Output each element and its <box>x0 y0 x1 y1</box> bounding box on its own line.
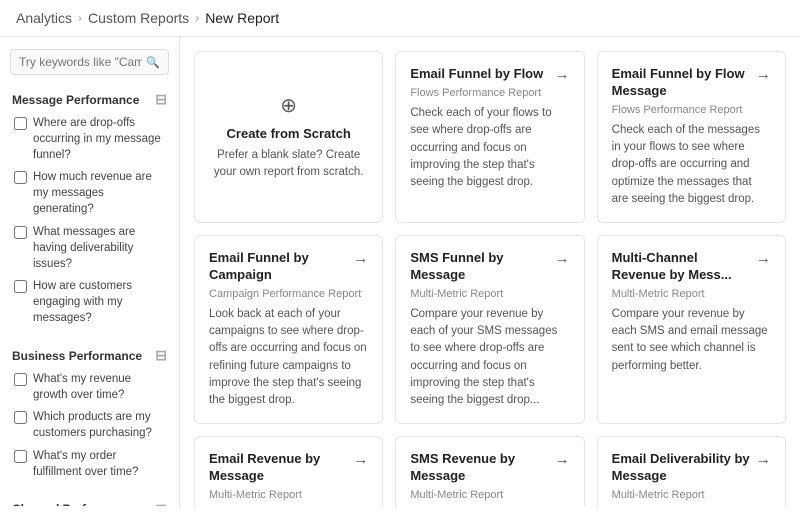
card-title-6: SMS Revenue by Message <box>410 451 554 485</box>
sidebar-item-0-3[interactable]: How are customers engaging with my messa… <box>0 275 179 329</box>
card-subtitle-4: Multi-Metric Report <box>612 288 771 300</box>
sidebar-item-1-1[interactable]: Which products are my customers purchasi… <box>0 406 179 444</box>
sidebar-item-label-0-1: How much revenue are my messages generat… <box>33 169 167 217</box>
sidebar-item-label-1-2: What's my order fulfillment over time? <box>33 448 167 480</box>
card-header-2: Email Funnel by Campaign → <box>209 250 368 284</box>
card-subtitle-6: Multi-Metric Report <box>410 489 569 501</box>
report-card-6[interactable]: SMS Revenue by Message → Multi-Metric Re… <box>395 436 584 506</box>
main-layout: 🔍 Message Performance ⊟ Where are drop-off… <box>0 37 800 506</box>
report-card-5[interactable]: Email Revenue by Message → Multi-Metric … <box>194 436 383 506</box>
remaining-cards-grid: Email Funnel by Campaign → Campaign Perf… <box>194 235 786 506</box>
breadcrumb-custom-reports[interactable]: Custom Reports <box>88 10 189 26</box>
sidebar-item-label-1-1: Which products are my customers purchasi… <box>33 409 167 441</box>
card-title-4: Multi-Channel Revenue by Mess... <box>612 250 756 284</box>
sidebar-checkbox-1-0[interactable] <box>14 373 27 386</box>
card-subtitle-0: Flows Performance Report <box>410 87 569 99</box>
card-arrow-3: → <box>555 250 570 267</box>
card-title-7: Email Deliverability by Message <box>612 451 756 485</box>
card-arrow-5: → <box>353 451 368 468</box>
card-subtitle-2: Campaign Performance Report <box>209 288 368 300</box>
card-header-4: Multi-Channel Revenue by Mess... → <box>612 250 771 284</box>
card-arrow-0: → <box>555 66 570 83</box>
sidebar-checkbox-0-3[interactable] <box>14 280 27 293</box>
card-arrow-4: → <box>756 250 771 267</box>
sidebar-item-1-2[interactable]: What's my order fulfillment over time? <box>0 445 179 483</box>
sidebar-section-header-2: Channel Performance ⊟ <box>0 495 179 506</box>
sidebar-section-title-1: Business Performance <box>12 349 142 363</box>
collapse-icon-2[interactable]: ⊟ <box>155 501 167 506</box>
report-card-2[interactable]: Email Funnel by Campaign → Campaign Perf… <box>194 235 383 424</box>
report-card-4[interactable]: Multi-Channel Revenue by Mess... → Multi… <box>597 235 786 424</box>
sidebar-section-title-2: Channel Performance <box>12 502 136 506</box>
sidebar-item-label-0-0: Where are drop-offs occurring in my mess… <box>33 115 167 163</box>
sidebar-item-0-0[interactable]: Where are drop-offs occurring in my mess… <box>0 112 179 166</box>
card-header-3: SMS Funnel by Message → <box>410 250 569 284</box>
card-desc-0: Check each of your flows to see where dr… <box>410 105 569 191</box>
sidebar-checkbox-0-0[interactable] <box>14 117 27 130</box>
card-title-0: Email Funnel by Flow <box>410 66 554 83</box>
card-arrow-2: → <box>353 250 368 267</box>
report-card-7[interactable]: Email Deliverability by Message → Multi-… <box>597 436 786 506</box>
scratch-icon: ⊕ <box>280 93 297 118</box>
card-header-5: Email Revenue by Message → <box>209 451 368 485</box>
collapse-icon-0[interactable]: ⊟ <box>155 91 167 108</box>
sidebar-sections: Message Performance ⊟ Where are drop-offs … <box>0 85 179 506</box>
create-from-scratch-card[interactable]: ⊕ Create from Scratch Prefer a blank sla… <box>194 51 383 223</box>
sidebar-section-1: Business Performance ⊟ What's my revenue g… <box>0 341 179 483</box>
card-title-1: Email Funnel by Flow Message <box>612 66 756 100</box>
breadcrumb-analytics[interactable]: Analytics <box>16 10 72 26</box>
search-wrap: 🔍 <box>0 49 179 85</box>
sidebar-section-title-0: Message Performance <box>12 93 139 107</box>
sidebar-item-label-0-2: What messages are having deliverability … <box>33 224 167 272</box>
card-desc-2: Look back at each of your campaigns to s… <box>209 306 368 410</box>
collapse-icon-1[interactable]: ⊟ <box>155 347 167 364</box>
sidebar: 🔍 Message Performance ⊟ Where are drop-off… <box>0 37 180 506</box>
scratch-desc: Prefer a blank slate? Create your own re… <box>209 147 368 182</box>
card-desc-1: Check each of the messages in your flows… <box>612 122 771 208</box>
sidebar-checkbox-1-1[interactable] <box>14 411 27 424</box>
search-icon: 🔍 <box>146 56 160 69</box>
sidebar-item-1-0[interactable]: What's my revenue growth over time? <box>0 368 179 406</box>
card-desc-4: Compare your revenue by each SMS and ema… <box>612 306 771 375</box>
sidebar-item-label-0-3: How are customers engaging with my messa… <box>33 278 167 326</box>
search-input[interactable] <box>19 55 142 69</box>
sidebar-section-0: Message Performance ⊟ Where are drop-offs … <box>0 85 179 329</box>
sidebar-checkbox-0-2[interactable] <box>14 226 27 239</box>
card-title-5: Email Revenue by Message <box>209 451 353 485</box>
sidebar-checkbox-1-2[interactable] <box>14 450 27 463</box>
first-row: ⊕ Create from Scratch Prefer a blank sla… <box>194 51 786 223</box>
card-subtitle-3: Multi-Metric Report <box>410 288 569 300</box>
content-area: ⊕ Create from Scratch Prefer a blank sla… <box>180 37 800 506</box>
breadcrumb: Analytics › Custom Reports › New Report <box>0 0 800 37</box>
scratch-title: Create from Scratch <box>227 126 351 141</box>
breadcrumb-sep-1: › <box>78 11 82 25</box>
breadcrumb-new-report: New Report <box>205 10 279 26</box>
card-arrow-1: → <box>756 66 771 83</box>
card-title-3: SMS Funnel by Message <box>410 250 554 284</box>
card-header-0: Email Funnel by Flow → <box>410 66 569 83</box>
card-title-2: Email Funnel by Campaign <box>209 250 353 284</box>
card-subtitle-7: Multi-Metric Report <box>612 489 771 501</box>
card-arrow-6: → <box>555 451 570 468</box>
card-header-6: SMS Revenue by Message → <box>410 451 569 485</box>
card-subtitle-1: Flows Performance Report <box>612 104 771 116</box>
card-desc-3: Compare your revenue by each of your SMS… <box>410 306 569 410</box>
card-subtitle-5: Multi-Metric Report <box>209 489 368 501</box>
card-header-1: Email Funnel by Flow Message → <box>612 66 771 100</box>
card-header-7: Email Deliverability by Message → <box>612 451 771 485</box>
breadcrumb-sep-2: › <box>195 11 199 25</box>
sidebar-item-0-1[interactable]: How much revenue are my messages generat… <box>0 166 179 220</box>
sidebar-checkbox-0-1[interactable] <box>14 171 27 184</box>
sidebar-item-label-1-0: What's my revenue growth over time? <box>33 371 167 403</box>
sidebar-item-0-2[interactable]: What messages are having deliverability … <box>0 221 179 275</box>
sidebar-section-2: Channel Performance⊟How is email perform… <box>0 495 179 506</box>
search-container: 🔍 <box>10 49 169 75</box>
sidebar-section-header-0: Message Performance ⊟ <box>0 85 179 112</box>
report-card-3[interactable]: SMS Funnel by Message → Multi-Metric Rep… <box>395 235 584 424</box>
sidebar-section-header-1: Business Performance ⊟ <box>0 341 179 368</box>
card-arrow-7: → <box>756 451 771 468</box>
report-card-0[interactable]: Email Funnel by Flow → Flows Performance… <box>395 51 584 223</box>
report-card-1[interactable]: Email Funnel by Flow Message → Flows Per… <box>597 51 786 223</box>
